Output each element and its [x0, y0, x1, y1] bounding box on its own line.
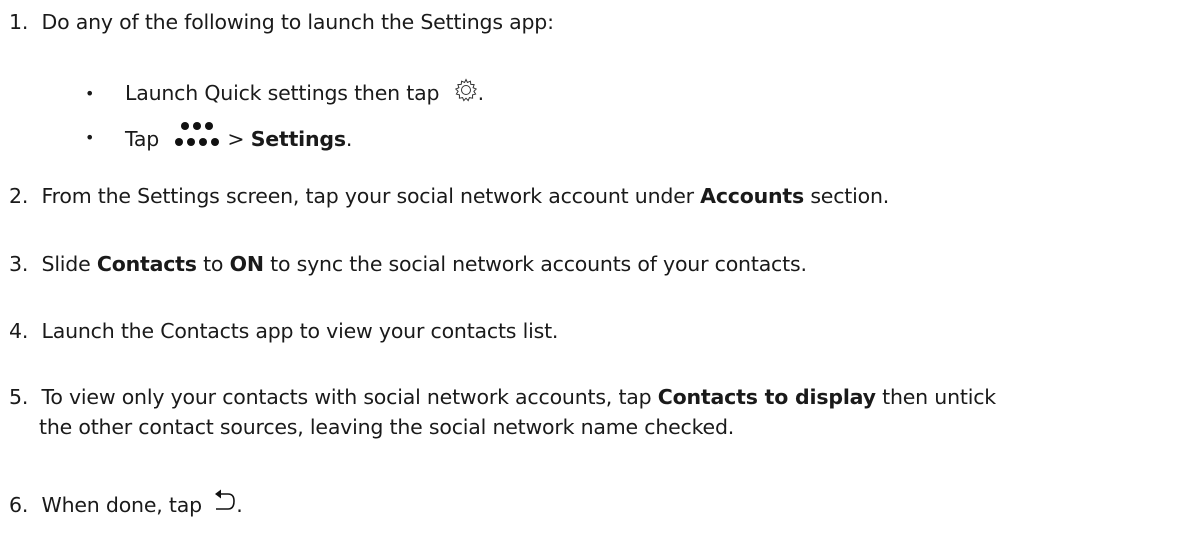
bullet-text-mid: > — [227, 127, 251, 151]
step-text: Slide — [41, 252, 97, 276]
contacts-to-display-label: Contacts to display — [657, 385, 876, 409]
step-2: 2. From the Settings screen, tap your so… — [9, 183, 889, 209]
step-1: 1. Do any of the following to launch the… — [9, 9, 554, 35]
step-text: When done, tap — [41, 493, 209, 517]
step-5-continuation: the other contact sources, leaving the s… — [39, 414, 734, 440]
bullet-marker: • — [85, 84, 95, 103]
step-4: 4. Launch the Contacts app to view your … — [9, 318, 558, 344]
step-text-end: section. — [804, 184, 890, 208]
bullet-item-quick-settings: • Launch Quick settings then tap . — [85, 78, 485, 106]
step-3: 3. Slide Contacts to ON to sync the soci… — [9, 251, 807, 277]
gear-icon — [454, 78, 478, 102]
step-number: 3. — [9, 252, 29, 276]
step-text: From the Settings screen, tap your socia… — [41, 184, 701, 208]
bullet-marker: • — [85, 128, 95, 147]
contacts-label: Contacts — [96, 252, 197, 276]
bullet-text-end: . — [477, 81, 485, 105]
step-5: 5. To view only your contacts with socia… — [9, 384, 996, 410]
settings-label: Settings — [250, 127, 346, 151]
step-text: To view only your contacts with social n… — [41, 385, 658, 409]
on-label: ON — [229, 252, 264, 276]
step-number: 5. — [9, 385, 29, 409]
step-number: 4. — [9, 319, 29, 343]
step-number: 6. — [9, 493, 29, 517]
bullet-text: Tap — [125, 127, 166, 151]
step-text: Do any of the following to launch the Se… — [41, 10, 555, 34]
step-text-end: to sync the social network accounts of y… — [263, 252, 807, 276]
bullet-item-more-settings: • Tap > Settings. — [85, 122, 353, 156]
step-text-end: then untick — [875, 385, 996, 409]
more-dots-icon — [171, 118, 223, 150]
step-text-mid: to — [196, 252, 230, 276]
step-text: the other contact sources, leaving the s… — [39, 415, 735, 439]
step-text-end: . — [236, 493, 243, 517]
step-number: 2. — [9, 184, 29, 208]
bullet-text-end: . — [345, 127, 353, 151]
bullet-text: Launch Quick settings then tap — [125, 81, 446, 105]
back-icon — [214, 488, 236, 512]
step-6: 6. When done, tap . — [9, 489, 243, 518]
accounts-label: Accounts — [700, 184, 804, 208]
step-number: 1. — [9, 10, 29, 34]
step-text: Launch the Contacts app to view your con… — [41, 319, 559, 343]
